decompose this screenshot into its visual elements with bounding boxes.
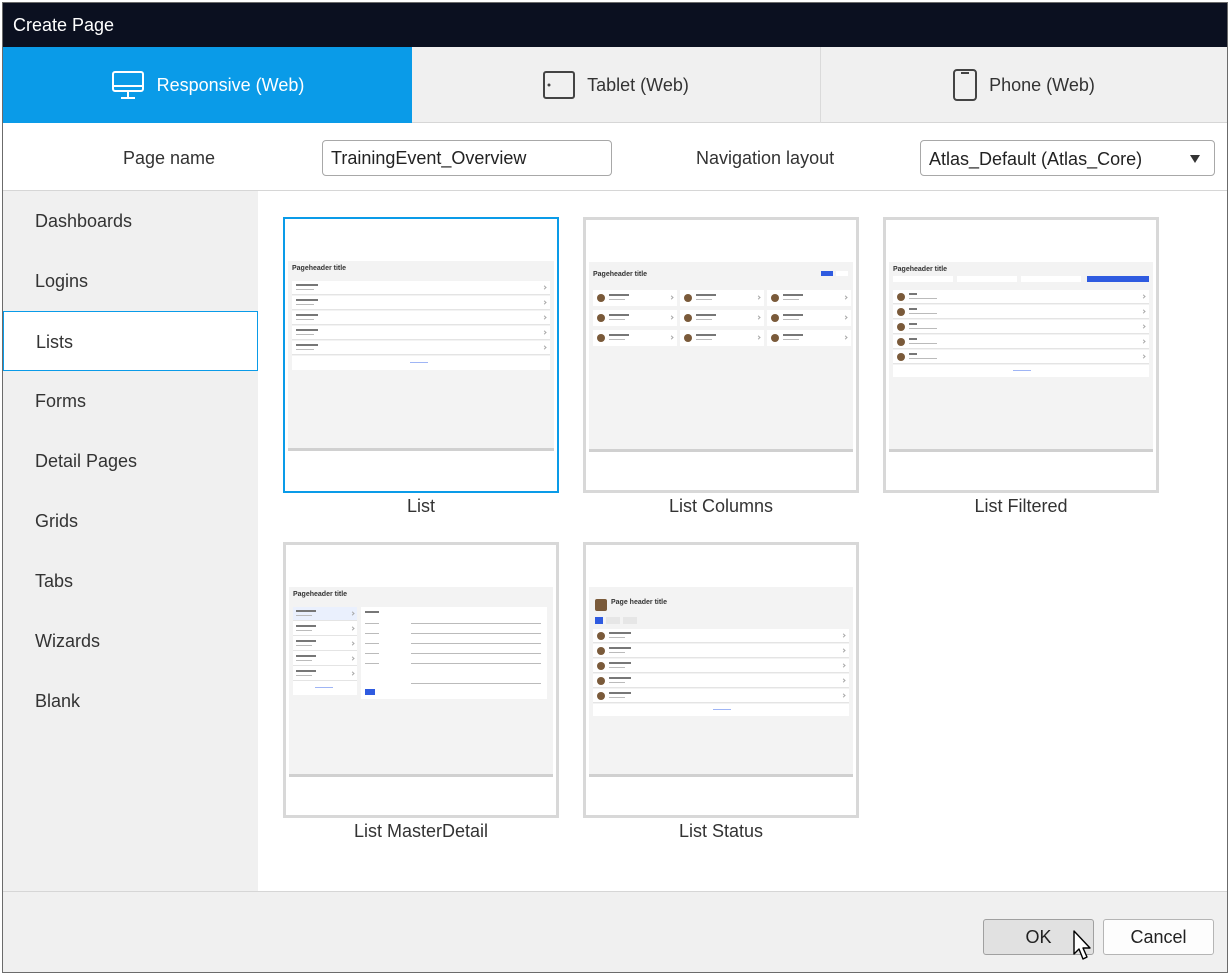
template-list-masterdetail[interactable]: Pageheader title List MasterDetail (283, 542, 559, 842)
navigation-layout-label: Navigation layout (696, 148, 835, 168)
tab-phone-web[interactable]: Phone (Web) (821, 47, 1227, 123)
template-preview: Page header title (583, 542, 859, 818)
chevron-down-icon (1190, 155, 1200, 163)
template-list[interactable]: Pageheader title List (283, 217, 559, 517)
tab-tablet-web[interactable]: Tablet (Web) (412, 47, 821, 123)
navigation-layout-value: Atlas_Default (Atlas_Core) (929, 149, 1143, 169)
category-dashboards[interactable]: Dashboards (3, 191, 258, 251)
category-logins[interactable]: Logins (3, 251, 258, 311)
template-label: List Status (678, 821, 764, 841)
template-preview: Pageheader title (283, 542, 559, 818)
category-tabs[interactable]: Tabs (3, 551, 258, 611)
create-page-dialog: Create Page Responsive (Web) Tablet (Web… (2, 2, 1228, 973)
category-blank[interactable]: Blank (3, 671, 258, 731)
template-gallery: Pageheader title List Pageheader title L… (258, 191, 1227, 891)
category-detail-pages[interactable]: Detail Pages (3, 431, 258, 491)
template-list-status[interactable]: Page header title List Status (583, 542, 859, 842)
template-preview: Pageheader title (883, 217, 1159, 493)
category-forms[interactable]: Forms (3, 371, 258, 431)
category-sidebar: Dashboards Logins Lists Forms Detail Pag… (3, 191, 258, 891)
page-name-input[interactable] (322, 140, 612, 176)
tab-label: Tablet (Web) (587, 74, 689, 95)
dialog-title: Create Page (13, 15, 115, 35)
tab-label: Responsive (Web) (156, 74, 305, 95)
page-settings-row: Page name Navigation layout Atlas_Defaul… (3, 124, 1227, 191)
cancel-button[interactable]: Cancel (1103, 919, 1214, 955)
monitor-icon (111, 70, 145, 100)
template-label: List Filtered (974, 496, 1068, 516)
category-wizards[interactable]: Wizards (3, 611, 258, 671)
phone-icon (953, 69, 978, 101)
tablet-icon (543, 71, 576, 99)
title-bar: Create Page (3, 3, 1227, 47)
category-grids[interactable]: Grids (3, 491, 258, 551)
preview-title: Page header title (611, 599, 668, 606)
tab-responsive-web[interactable]: Responsive (Web) (3, 47, 412, 123)
template-list-columns[interactable]: Pageheader title List Columns (583, 217, 859, 517)
navigation-layout-select[interactable]: Atlas_Default (Atlas_Core) (920, 140, 1215, 176)
device-tabs: Responsive (Web) Tablet (Web) Phone (Web… (3, 47, 1227, 123)
page-name-label: Page name (123, 148, 216, 168)
template-label: List Columns (668, 496, 774, 516)
preview-title: Pageheader title (593, 271, 648, 278)
template-label: List (406, 496, 435, 516)
preview-title: Pageheader title (292, 265, 347, 272)
template-preview: Pageheader title (583, 217, 859, 493)
mouse-cursor-icon (1073, 930, 1091, 960)
dialog-footer: OK Cancel (3, 891, 1227, 972)
preview-title: Pageheader title (893, 266, 948, 273)
template-preview: Pageheader title (283, 217, 559, 493)
category-lists[interactable]: Lists (3, 311, 258, 371)
preview-title: Pageheader title (293, 591, 348, 598)
template-label: List MasterDetail (353, 821, 489, 841)
tab-label: Phone (Web) (989, 74, 1095, 95)
template-list-filtered[interactable]: Pageheader title List Filtered (883, 217, 1159, 517)
